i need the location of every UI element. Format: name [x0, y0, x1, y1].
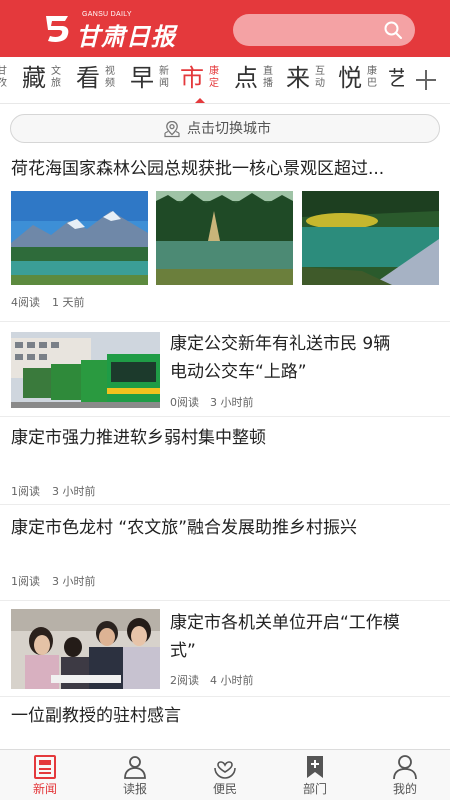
news-time: 3 小时前: [210, 396, 254, 409]
electric-bus-photo: [11, 332, 160, 408]
channel-sublabel: 互动: [315, 66, 325, 89]
channel-label: 点: [234, 64, 258, 92]
channel-bar: 甘孜 藏 文旅 看 视频 早 新闻 市 康定 点 直播 来 互动 悦 康巴 艺: [0, 57, 450, 104]
mountain-lake-photo: [11, 191, 148, 285]
news-item[interactable]: 一位副教授的驻村感言: [0, 697, 450, 749]
tab-profile[interactable]: 我的: [360, 750, 450, 800]
channel-label: 看: [76, 64, 100, 92]
news-title-line: 康定公交新年有礼送市民 9辆: [170, 334, 391, 354]
news-title-line: 电动公交车“上路”: [170, 362, 307, 382]
news-item[interactable]: 康定公交新年有礼送市民 9辆 电动公交车“上路” 0阅读 3 小时前: [0, 322, 450, 417]
search-icon[interactable]: [383, 20, 403, 40]
tab-news[interactable]: 新闻: [0, 750, 90, 800]
news-read-count: 0阅读: [170, 396, 199, 409]
reader-icon: [124, 756, 146, 779]
channel-sublabel: 文旅: [51, 66, 61, 89]
news-title-line: 式”: [170, 641, 196, 661]
news-read-count: 1阅读: [11, 575, 40, 588]
channel-sublabel: 康定: [209, 66, 219, 89]
location-pin-icon: [164, 120, 180, 138]
news-item[interactable]: 康定市各机关单位开启“工作模 式” 2阅读 4 小时前: [0, 601, 450, 697]
department-bookmark-icon: [307, 756, 323, 778]
bottom-tab-bar: 新闻 读报 便民 部门 我的: [0, 749, 450, 800]
channel-label: 市: [180, 64, 204, 92]
news-time: 1 天前: [52, 296, 85, 309]
news-item[interactable]: 康定市色龙村 “农文旅”融合发展助推乡村振兴 1阅读 3 小时前: [0, 505, 450, 601]
logo-text: 甘肃日报: [76, 22, 176, 51]
news-item[interactable]: 荷花海国家森林公园总规获批一核心景观区超过... 4阅读 1 天前: [0, 148, 450, 322]
news-time: 3 小时前: [52, 575, 96, 588]
service-heart-icon: [214, 761, 236, 779]
newspaper-icon: [34, 755, 56, 779]
channel-sublabel: 甘孜: [0, 66, 10, 90]
city-switch-button[interactable]: 点击切换城市: [10, 114, 440, 143]
office-workers-photo: [11, 609, 160, 689]
news-time: 4 小时前: [210, 674, 254, 687]
tab-departments[interactable]: 部门: [270, 750, 360, 800]
channel-label: 艺: [388, 63, 404, 93]
channel-label: 悦: [338, 64, 362, 92]
channel-label: 藏: [22, 64, 46, 92]
search-bar[interactable]: [233, 14, 415, 46]
channel-sublabel: 新闻: [159, 66, 169, 89]
channel-yi[interactable]: 艺: [388, 63, 404, 97]
channel-sublabel: 康巴: [367, 66, 377, 89]
profile-icon: [393, 755, 417, 780]
tab-label: 部门: [302, 782, 327, 796]
news-title: 康定市强力推进软乡弱村集中整顿: [11, 428, 266, 448]
channel-sublabel: 直播: [263, 66, 273, 89]
channel-label: 来: [286, 64, 310, 92]
logo-mark-icon: [46, 16, 69, 42]
news-read-count: 2阅读: [170, 674, 199, 687]
tab-reader[interactable]: 读报: [90, 750, 180, 800]
colorful-lake-photo: [302, 191, 439, 285]
tab-label: 读报: [122, 782, 147, 796]
news-title: 康定市色龙村 “农文旅”融合发展助推乡村振兴: [11, 518, 358, 538]
tab-label: 我的: [392, 782, 417, 796]
channel-sublabel: 视频: [105, 66, 115, 89]
top-bar: GANSU DAILY 甘肃日报: [0, 0, 450, 57]
tab-services[interactable]: 便民: [180, 750, 270, 800]
tab-label: 新闻: [32, 782, 57, 796]
news-read-count: 1阅读: [11, 485, 40, 498]
active-channel-indicator: [195, 98, 205, 103]
news-item[interactable]: 康定市强力推进软乡弱村集中整顿 1阅读 3 小时前: [0, 417, 450, 505]
forest-pond-photo: [156, 191, 293, 285]
city-switch-label: 点击切换城市: [187, 121, 271, 137]
add-channel-icon[interactable]: [413, 67, 439, 93]
news-read-count: 4阅读: [11, 296, 40, 309]
news-title: 荷花海国家森林公园总规获批一核心景观区超过...: [11, 159, 385, 179]
news-title: 一位副教授的驻村感言: [11, 706, 181, 726]
app-logo[interactable]: GANSU DAILY 甘肃日报: [42, 10, 182, 51]
channel-label: 早: [130, 64, 154, 92]
tab-label: 便民: [212, 782, 237, 796]
news-title-line: 康定市各机关单位开启“工作模: [170, 613, 400, 633]
news-time: 3 小时前: [52, 485, 96, 498]
